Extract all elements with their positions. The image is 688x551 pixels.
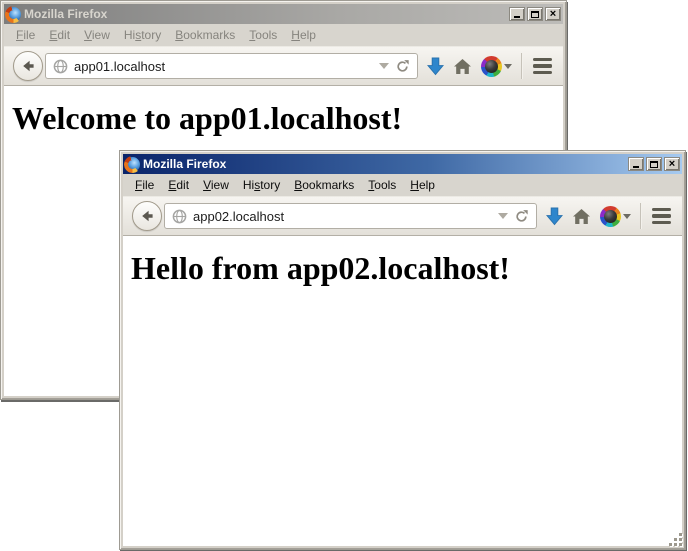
- download-arrow-icon: [427, 57, 444, 76]
- menu-help[interactable]: Help: [403, 175, 442, 195]
- window-title: Mozilla Firefox: [24, 7, 107, 21]
- addon-colorwheel-icon: [600, 206, 621, 227]
- close-button[interactable]: ×: [545, 7, 561, 21]
- addon-button[interactable]: [481, 56, 512, 77]
- url-input[interactable]: app02.localhost: [193, 209, 492, 224]
- titlebar[interactable]: Mozilla Firefox ×: [123, 154, 682, 174]
- titlebar-buttons: ×: [509, 7, 561, 21]
- minimize-icon: [633, 166, 639, 168]
- url-dropdown-icon[interactable]: [379, 63, 389, 69]
- back-arrow-icon: [20, 57, 36, 75]
- firefox-logo-icon[interactable]: [6, 7, 21, 22]
- page-content-app02: Hello from app02.localhost!: [123, 236, 682, 546]
- addon-button[interactable]: [600, 206, 631, 227]
- url-bar[interactable]: app01.localhost: [45, 53, 418, 79]
- url-input[interactable]: app01.localhost: [74, 59, 373, 74]
- firefox-logo-icon[interactable]: [125, 157, 140, 172]
- page-heading: Hello from app02.localhost!: [123, 250, 682, 287]
- menu-bar: File Edit View History Bookmarks Tools H…: [4, 24, 563, 46]
- site-identity-globe-icon[interactable]: [172, 209, 187, 224]
- menu-bookmarks[interactable]: Bookmarks: [287, 175, 361, 195]
- site-identity-globe-icon[interactable]: [53, 59, 68, 74]
- addon-dropdown-icon: [623, 214, 631, 219]
- download-arrow-icon: [546, 207, 563, 226]
- navigation-toolbar: app01.localhost: [4, 46, 563, 86]
- back-arrow-icon: [139, 207, 155, 225]
- titlebar-buttons: ×: [628, 157, 680, 171]
- toolbar-separator: [521, 53, 522, 79]
- menu-panel-button[interactable]: [531, 55, 554, 78]
- addon-colorwheel-icon: [481, 56, 502, 77]
- resize-grip[interactable]: [670, 534, 684, 548]
- maximize-icon: [531, 11, 539, 18]
- minimize-icon: [514, 16, 520, 18]
- close-icon: ×: [669, 159, 675, 169]
- home-icon: [453, 58, 472, 75]
- maximize-button[interactable]: [646, 157, 662, 171]
- menu-view[interactable]: View: [196, 175, 236, 195]
- close-icon: ×: [550, 9, 556, 19]
- menu-help[interactable]: Help: [284, 25, 323, 45]
- titlebar[interactable]: Mozilla Firefox ×: [4, 4, 563, 24]
- menu-bar: File Edit View History Bookmarks Tools H…: [123, 174, 682, 196]
- menu-edit[interactable]: Edit: [42, 25, 77, 45]
- downloads-button[interactable]: [427, 57, 444, 76]
- addon-dropdown-icon: [504, 64, 512, 69]
- home-button[interactable]: [453, 58, 472, 75]
- home-icon: [572, 208, 591, 225]
- menu-edit[interactable]: Edit: [161, 175, 196, 195]
- menu-file[interactable]: File: [128, 175, 161, 195]
- close-button[interactable]: ×: [664, 157, 680, 171]
- minimize-button[interactable]: [509, 7, 525, 21]
- url-dropdown-icon[interactable]: [498, 213, 508, 219]
- page-heading: Welcome to app01.localhost!: [4, 100, 563, 137]
- minimize-button[interactable]: [628, 157, 644, 171]
- back-button[interactable]: [13, 51, 43, 81]
- navigation-toolbar: app02.localhost: [123, 196, 682, 236]
- menu-history[interactable]: History: [117, 25, 168, 45]
- home-button[interactable]: [572, 208, 591, 225]
- back-button[interactable]: [132, 201, 162, 231]
- menu-tools[interactable]: Tools: [361, 175, 403, 195]
- browser-window-app02: Mozilla Firefox × File Edit View History…: [119, 150, 686, 550]
- window-title: Mozilla Firefox: [143, 157, 226, 171]
- menu-panel-button[interactable]: [650, 205, 673, 228]
- reload-icon[interactable]: [395, 59, 410, 74]
- url-bar[interactable]: app02.localhost: [164, 203, 537, 229]
- menu-tools[interactable]: Tools: [242, 25, 284, 45]
- hamburger-icon: [652, 208, 671, 212]
- maximize-button[interactable]: [527, 7, 543, 21]
- maximize-icon: [650, 161, 658, 168]
- menu-view[interactable]: View: [77, 25, 117, 45]
- toolbar-separator: [640, 203, 641, 229]
- hamburger-icon: [533, 58, 552, 62]
- menu-file[interactable]: File: [9, 25, 42, 45]
- menu-history[interactable]: History: [236, 175, 287, 195]
- downloads-button[interactable]: [546, 207, 563, 226]
- reload-icon[interactable]: [514, 209, 529, 224]
- menu-bookmarks[interactable]: Bookmarks: [168, 25, 242, 45]
